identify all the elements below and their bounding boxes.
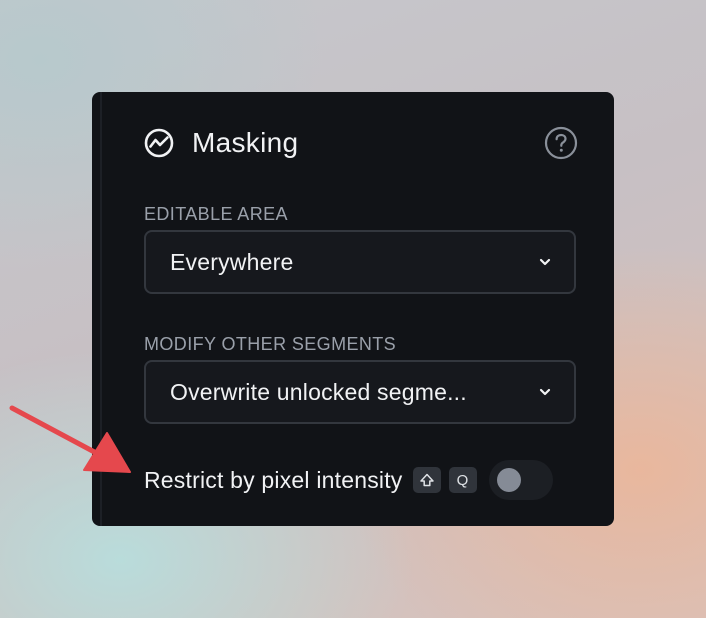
red-arrow-icon xyxy=(9,405,131,473)
